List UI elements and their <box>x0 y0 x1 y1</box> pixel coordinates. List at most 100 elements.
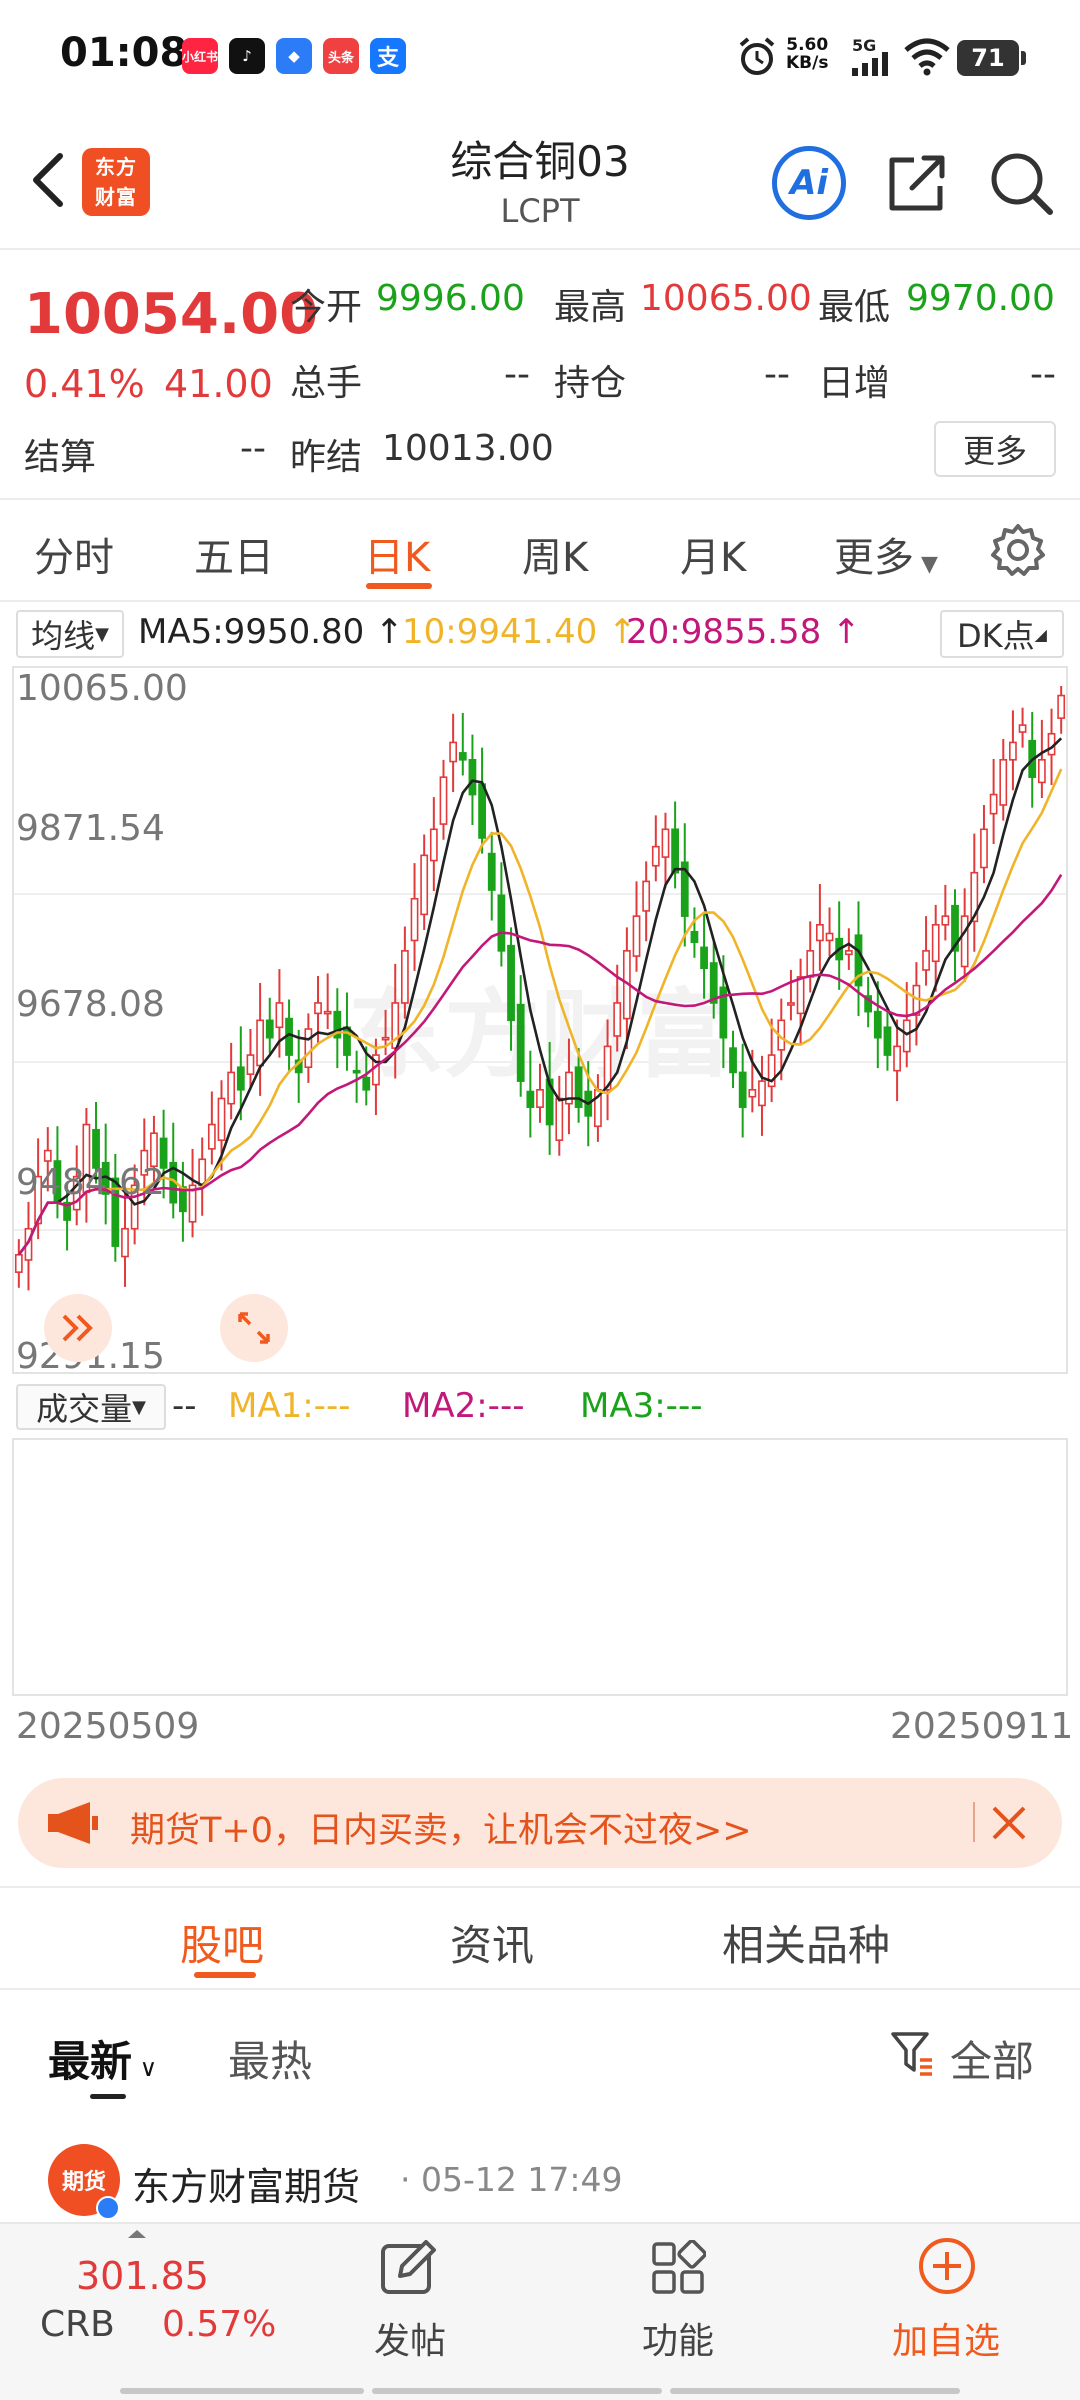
candle-body <box>410 897 419 942</box>
y-tick-label: 9484.62 <box>16 1162 165 1203</box>
tab-related-products[interactable]: 相关品种 <box>722 1912 890 1973</box>
edit-post-icon[interactable] <box>378 2238 438 2298</box>
volume-indicator-select[interactable]: 成交量 ▼ <box>16 1384 166 1430</box>
candle-body <box>516 1003 525 1082</box>
kline-chart[interactable]: 东方财富 <box>12 666 1068 1374</box>
crb-value[interactable]: 301.85 <box>76 2254 209 2298</box>
expand-icon <box>238 1312 270 1344</box>
crb-change[interactable]: 0.57% <box>162 2304 276 2345</box>
gear-icon[interactable] <box>990 522 1046 578</box>
candle-body <box>468 759 477 796</box>
volume-value: -- <box>504 354 530 395</box>
candle-body <box>536 1088 544 1108</box>
divider <box>0 498 1080 500</box>
candle-body <box>1018 724 1027 733</box>
candle-body <box>227 1071 236 1105</box>
candle-body <box>642 880 651 912</box>
candle-body <box>198 1158 207 1187</box>
tab-more[interactable]: 更多 ▼ <box>834 525 938 583</box>
chevron-down-icon: ∨ <box>132 2054 158 2082</box>
candle-body <box>748 1088 757 1098</box>
toutiao-icon: 头条 <box>323 38 359 74</box>
candle-body <box>217 1097 226 1141</box>
close-icon[interactable] <box>990 1804 1028 1842</box>
volume-chart[interactable] <box>12 1438 1068 1696</box>
candle-body <box>400 950 409 1004</box>
candle-body <box>314 1002 322 1015</box>
nav-post[interactable]: 发帖 <box>374 2312 446 2364</box>
tab-forum[interactable]: 股吧 <box>180 1912 264 1973</box>
indicator-select[interactable]: 均线 ▼ <box>16 610 124 658</box>
nav-function[interactable]: 功能 <box>642 2312 714 2364</box>
home-indicator <box>372 2388 662 2394</box>
ma5-value: MA5:9950.80 ↑ <box>138 612 404 652</box>
candle-body <box>980 828 988 869</box>
caret-icon: ◢ <box>1034 624 1047 644</box>
last-price: 10054.00 <box>24 282 319 347</box>
ma20-value: 20:9855.58 ↑ <box>626 612 861 652</box>
function-grid-icon[interactable] <box>650 2240 706 2296</box>
tab-daily-k[interactable]: 日K <box>364 525 430 583</box>
candle-body <box>758 1080 766 1107</box>
caret-up-icon <box>128 2230 146 2238</box>
candle-body <box>651 845 660 867</box>
dk-point-button[interactable]: DK点 ◢ <box>940 610 1064 658</box>
filter-icon[interactable] <box>890 2030 934 2076</box>
post-author[interactable]: 东方财富期货 <box>132 2156 360 2211</box>
filter-hot[interactable]: 最热 <box>228 2028 312 2089</box>
candle-body <box>43 1149 52 1162</box>
tab-intraday[interactable]: 分时 <box>34 525 114 583</box>
candle-body <box>960 915 969 968</box>
candle-body <box>420 854 429 916</box>
candle-body <box>787 1002 795 1006</box>
candle-body <box>941 915 950 926</box>
ai-button[interactable]: Ai <box>772 146 846 220</box>
candle-body <box>121 1227 129 1258</box>
candle-body <box>14 1253 23 1273</box>
tab-weekly-k[interactable]: 周K <box>522 525 588 583</box>
candle-body <box>816 924 824 942</box>
candle-body <box>352 1069 361 1074</box>
crb-name[interactable]: CRB <box>40 2304 115 2345</box>
low-label: 最低 <box>818 287 891 328</box>
candle-body <box>381 1036 390 1041</box>
candle-body <box>207 1123 216 1150</box>
promo-divider <box>973 1802 975 1842</box>
tab-monthly-k[interactable]: 月K <box>680 525 746 583</box>
battery-indicator: 71 <box>957 40 1026 76</box>
expand-button[interactable] <box>220 1294 288 1362</box>
tab-five-day[interactable]: 五日 <box>194 525 274 583</box>
status-time: 01:08 <box>60 30 188 76</box>
search-icon[interactable] <box>988 150 1054 216</box>
caret-down-icon: ▼ <box>914 552 938 577</box>
candle-body <box>825 932 834 942</box>
candle-body <box>999 759 1008 806</box>
share-icon[interactable] <box>886 150 950 214</box>
more-quote-button[interactable]: 更多 <box>934 421 1056 477</box>
candle-body <box>922 950 930 971</box>
fast-forward-button[interactable] <box>44 1294 112 1362</box>
filter-all[interactable]: 全部 <box>950 2028 1034 2089</box>
change-amount: 41.00 <box>164 362 273 406</box>
prev-settle-value: 10013.00 <box>382 428 554 469</box>
tab-news[interactable]: 资讯 <box>450 1912 534 1973</box>
signal-icon <box>852 52 888 76</box>
low-value: 9970.00 <box>906 278 1055 319</box>
add-circle-icon[interactable] <box>917 2236 977 2296</box>
nav-add-watchlist[interactable]: 加自选 <box>892 2312 1000 2364</box>
volume-value: -- <box>172 1386 197 1426</box>
wifi-icon <box>904 38 950 76</box>
position-value: -- <box>764 354 790 395</box>
candle-body <box>256 1019 264 1067</box>
page-title: 综合铜03 <box>450 137 630 186</box>
vol-ma3: MA3:--- <box>580 1386 703 1426</box>
back-arrow-icon[interactable] <box>28 150 68 210</box>
page-subtitle: LCPT <box>500 192 580 230</box>
candle-body <box>690 930 699 943</box>
candle-body <box>738 1071 747 1108</box>
filter-latest[interactable]: 最新 ∨ <box>48 2028 157 2089</box>
divider <box>0 248 1080 250</box>
y-tick-label: 10065.00 <box>16 668 188 709</box>
ma10-value: 10:9941.40 ↑ <box>402 612 637 652</box>
caret-down-icon: ▼ <box>132 1396 146 1418</box>
